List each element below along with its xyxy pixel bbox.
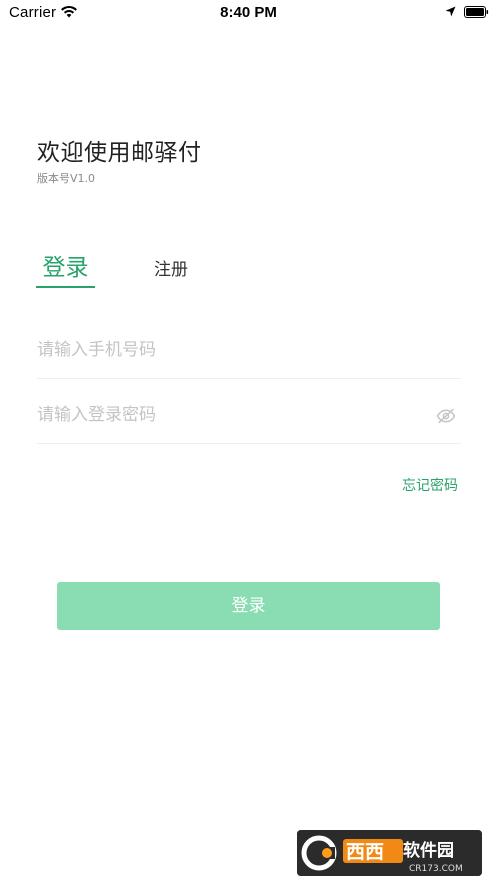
status-bar: Carrier 8:40 PM	[0, 0, 497, 26]
svg-text:软件园: 软件园	[403, 840, 454, 861]
eye-off-icon[interactable]	[436, 408, 456, 424]
svg-text:西西: 西西	[346, 841, 384, 863]
login-screen: Carrier 8:40 PM 欢迎使用邮驿付 版本号V1.0 登录 注册 忘记…	[0, 0, 497, 883]
welcome-title: 欢迎使用邮驿付	[37, 140, 202, 166]
tab-register[interactable]: 注册	[154, 255, 188, 280]
tab-active-indicator	[36, 286, 95, 288]
login-button[interactable]: 登录	[57, 582, 440, 630]
location-arrow-icon	[445, 6, 456, 17]
svg-text:CR173.COM: CR173.COM	[409, 864, 463, 874]
phone-divider	[37, 378, 461, 379]
battery-icon	[464, 6, 489, 18]
watermark-logo: 西西 软件园 CR173.COM	[297, 830, 482, 876]
version-label: 版本号V1.0	[37, 172, 96, 185]
forgot-password-link[interactable]: 忘记密码	[402, 475, 458, 495]
phone-input[interactable]	[37, 330, 461, 370]
password-divider	[37, 443, 461, 444]
password-input[interactable]	[37, 395, 427, 435]
status-time: 8:40 PM	[220, 4, 277, 21]
tab-login[interactable]: 登录	[36, 248, 95, 282]
